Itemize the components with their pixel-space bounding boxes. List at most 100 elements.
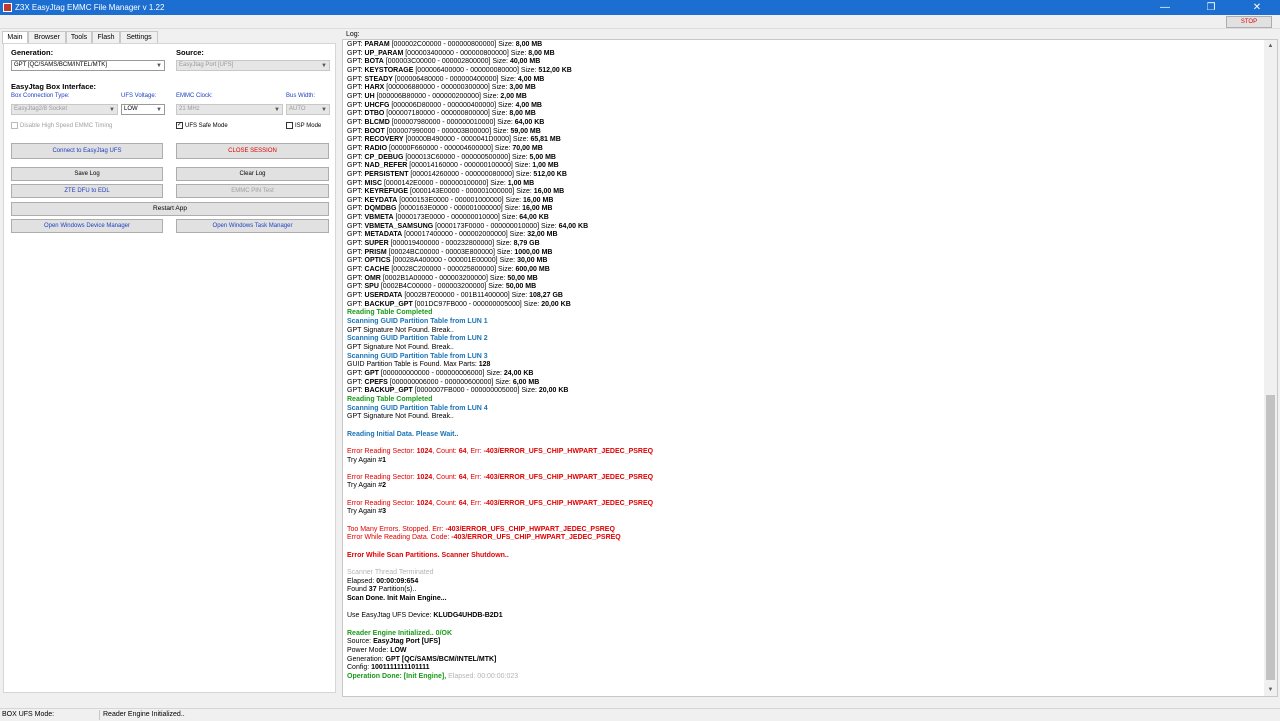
log-segment: GPT: (347, 240, 365, 248)
log-segment: GPT [QC/SAMS/BCM/INTEL/MTK] (385, 655, 497, 663)
close-session-button[interactable]: CLOSE SESSION (176, 143, 329, 159)
log-segment: 20,00 KB (538, 387, 569, 395)
log-segment: GPT: (347, 153, 365, 161)
generation-select[interactable]: GPT [QC/SAMS/BCM/INTEL/MTK] ▼ (11, 60, 165, 71)
log-line: GPT: BOTA [000003C00000 - 000002800000] … (347, 58, 1262, 67)
connect-button[interactable]: Connect to EasyJtag UFS (11, 143, 163, 159)
chevron-down-icon: ▼ (321, 63, 327, 69)
isp-mode-checkbox[interactable]: ISP Mode (286, 122, 321, 131)
close-button[interactable]: ✕ (1234, 0, 1280, 15)
tab-tools[interactable]: Tools (66, 31, 92, 43)
disable-high-speed-checkbox[interactable]: Disable High Speed EMMC Timing (11, 122, 112, 131)
chevron-down-icon: ▼ (321, 107, 327, 113)
chevron-down-icon: ▼ (109, 107, 115, 113)
log-line: GPT: OMR [0002B1A00000 - 000003200000] S… (347, 275, 1262, 284)
save-log-button[interactable]: Save Log (11, 167, 163, 181)
log-segment: [0002B7E00000 - 001B11400000] Size: (402, 292, 530, 300)
log-segment: 50,00 MB (505, 283, 537, 291)
log-line: Reading Initial Data. Please Wait.. (347, 431, 1262, 440)
log-segment: 8,79 GB (513, 240, 540, 248)
log-line: Scanning GUID Partition Table from LUN 3 (347, 353, 1262, 362)
log-segment: [000007980000 - 000000010000] Size: (389, 118, 515, 126)
log-segment: -403/ERROR_UFS_CHIP_HWPART_JEDEC_PSREQ (483, 499, 654, 507)
tab-browser[interactable]: Browser (28, 31, 66, 43)
tab-flash[interactable]: Flash (92, 31, 120, 43)
log-segment: Try Again # (347, 456, 383, 464)
log-segment: GPT: (347, 66, 365, 74)
log-segment: 16,00 MB (522, 205, 553, 213)
log-segment: GPT Signature Not Found. Break.. (347, 343, 454, 351)
scroll-thumb[interactable] (1266, 395, 1275, 680)
box-connection-type-label: Box Connection Type: (11, 93, 70, 99)
ufs-voltage-select[interactable]: LOW ▼ (121, 104, 165, 115)
emmc-clock-select[interactable]: 21 MHz ▼ (176, 104, 283, 115)
log-segment: 512,00 KB (533, 170, 567, 178)
log-line: GPT: STEADY [000006480000 - 000000400000… (347, 76, 1262, 85)
log-line: Use EasyJtag UFS Device: KLUDG4UHDB-B2D1 (347, 612, 1262, 621)
tab-settings[interactable]: Settings (120, 31, 158, 43)
log-segment: [Init Engine] (403, 672, 445, 680)
title-bar: Z3X EasyJtag EMMC File Manager v 1.22 — … (0, 0, 1280, 15)
restart-app-button[interactable]: Restart App (11, 202, 329, 216)
log-segment: [000000000000 - 000000006000] Size: (378, 369, 504, 377)
device-manager-button[interactable]: Open Windows Device Manager (11, 219, 163, 233)
log-segment: 64,00 KB (519, 214, 549, 222)
log-segment: BACKUP_GPT (364, 300, 413, 308)
minimize-button[interactable]: — (1142, 0, 1188, 15)
scroll-down-icon[interactable]: ▼ (1264, 684, 1277, 696)
bus-width-select[interactable]: AUTO ▼ (286, 104, 330, 115)
log-segment: PERSISTENT (364, 170, 409, 178)
main-panel: Generation: GPT [QC/SAMS/BCM/INTEL/MTK] … (3, 43, 336, 693)
log-segment: 37 (368, 586, 377, 594)
zte-dfu-button[interactable]: ZTE DFU to EDL (11, 184, 163, 198)
log-segment: Power Mode: (347, 646, 391, 654)
log-segment: STEADY (364, 75, 393, 83)
log-line: GPT: NAD_REFER [000014160000 - 000000100… (347, 162, 1262, 171)
log-output[interactable]: GPT: PARAM [000002C00000 - 000000800000]… (342, 39, 1278, 697)
ufs-voltage-value: LOW (124, 106, 138, 112)
log-segment: 600,00 MB (515, 266, 550, 274)
maximize-button[interactable]: ❐ (1188, 0, 1234, 15)
log-line: GPT: PRISM [00024BC00000 - 00003E800000]… (347, 249, 1262, 258)
log-segment: 64,00 KB (558, 222, 589, 230)
emmc-pin-test-button[interactable]: EMMC PIN Test (176, 184, 329, 198)
log-line: Generation: GPT [QC/SAMS/BCM/INTEL/MTK] (347, 656, 1262, 665)
log-segment: GPT: (347, 274, 365, 282)
clear-log-button[interactable]: Clear Log (176, 167, 329, 181)
log-segment: [0002B1A00000 - 000003200000] Size: (380, 274, 508, 282)
box-connection-type-select[interactable]: EasyJtag2/8 Socket ▼ (11, 104, 118, 115)
log-line: GPT: OPTICS [00028A400000 - 000001E00000… (347, 257, 1262, 266)
log-scrollbar[interactable]: ▲ ▼ (1264, 40, 1277, 696)
log-line: GPT: CP_DEBUG [000013C60000 - 0000005000… (347, 154, 1262, 163)
log-line: Operation Done: [Init Engine], Elapsed: … (347, 673, 1262, 682)
log-segment: GPT: (347, 127, 365, 135)
log-segment: GPT: (347, 283, 365, 291)
log-line: GPT: USERDATA [0002B7E00000 - 001B114000… (347, 292, 1262, 301)
log-segment: , Err: (466, 447, 484, 455)
log-line: GPT: PERSISTENT [000014260000 - 00000008… (347, 171, 1262, 180)
log-segment: PARAM (364, 41, 390, 48)
log-segment: [000006880000 - 000000300000] Size: (384, 84, 510, 92)
log-segment: 1024 (416, 499, 433, 507)
log-line: Scanner Thread Terminated (347, 569, 1262, 578)
stop-button[interactable]: STOP (1226, 16, 1272, 28)
scroll-up-icon[interactable]: ▲ (1264, 40, 1277, 52)
log-segment: METADATA (364, 231, 403, 239)
source-select[interactable]: EasyJtag Port [UFS] ▼ (176, 60, 330, 71)
ufs-safe-mode-checkbox[interactable]: ✓ UFS Safe Mode (176, 122, 228, 131)
log-line: GPT: RADIO [00000F660000 - 000004600000]… (347, 145, 1262, 154)
log-segment: NAD_REFER (364, 162, 408, 170)
log-segment: Too Many Errors. Stopped. Err: (347, 525, 446, 533)
log-segment: 8,00 MB (509, 110, 536, 118)
log-line: GPT: MISC [0000142E0000 - 000000100000] … (347, 180, 1262, 189)
log-segment: Scanner Thread Terminated (347, 569, 434, 577)
log-segment: UHCFG (364, 101, 390, 109)
log-segment: GPT: (347, 214, 365, 222)
log-segment: GPT: (347, 378, 365, 386)
log-segment: MISC (364, 179, 383, 187)
task-manager-button[interactable]: Open Windows Task Manager (176, 219, 329, 233)
log-segment: PRISM (364, 248, 387, 256)
checkbox-icon (11, 122, 18, 129)
